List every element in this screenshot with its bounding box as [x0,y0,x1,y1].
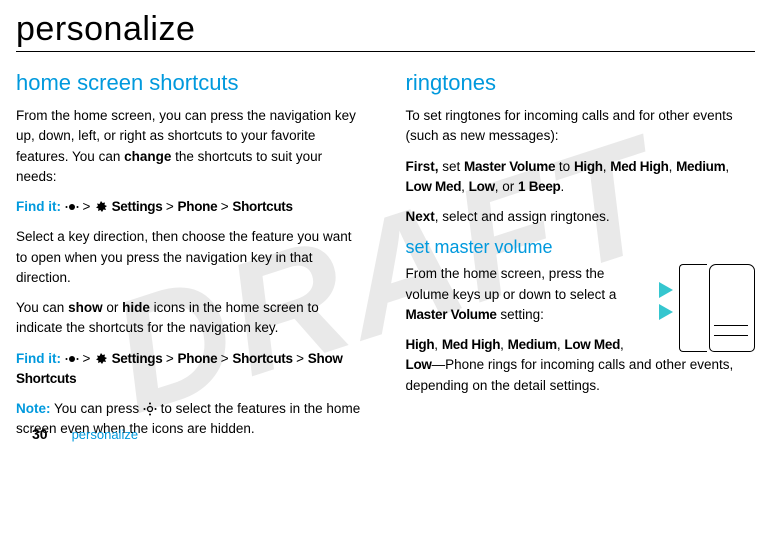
phone-body [709,264,755,352]
left-p3: You can show or hide icons in the home s… [16,298,366,339]
text: From the home screen, press the volume k… [406,266,617,301]
sep: > [79,199,94,214]
title-rule [16,51,755,52]
nav-shortcuts: Shortcuts [232,351,296,366]
section-home-shortcuts: home screen shortcuts [16,70,366,96]
sep: > [296,351,308,366]
nav-shortcuts: Shortcuts [232,199,292,214]
sep: , [669,159,677,174]
text: set [439,159,465,174]
master-volume: Master Volume [406,307,497,322]
opt-medium: Medium [676,159,725,174]
two-columns: home screen shortcuts From the home scre… [16,70,755,450]
find-it-2: Find it: > Settings > Phone > Shortcuts … [16,349,366,390]
sep: > [79,351,94,366]
opt-lowmed: Low Med [564,337,620,352]
text: —Phone rings for incoming calls and othe… [406,357,734,392]
page-title: personalize [16,10,755,49]
settings-icon [94,352,108,366]
page-footer: 30 personalize [32,426,138,442]
sep: , [461,179,469,194]
text: to [555,159,574,174]
center-key-icon [65,202,79,212]
sep: > [221,351,233,366]
word-show: show [68,300,103,315]
text: , select and assign ringtones. [435,209,610,224]
master-volume: Master Volume [464,159,555,174]
text: or [103,300,123,315]
nav-phone: Phone [178,351,221,366]
sep: > [166,199,178,214]
nav-key-icon [143,402,157,416]
phone-side [679,264,707,352]
left-p1: From the home screen, you can press the … [16,106,366,187]
arrow-icon [659,304,673,320]
center-key-icon [65,354,79,364]
sep: > [166,351,178,366]
right-p1: To set ringtones for incoming calls and … [406,106,756,147]
section-ringtones: ringtones [406,70,756,96]
page-content: personalize home screen shortcuts From t… [16,10,755,450]
right-next: Next, select and assign ringtones. [406,207,756,227]
right-column: ringtones To set ringtones for incoming … [406,70,756,450]
right-first: First, set Master Volume to High, Med Hi… [406,157,756,198]
sep: , [620,337,624,352]
opt-medhigh: Med High [610,159,668,174]
arrow-icon [659,282,673,298]
opt-1beep: 1 Beep [518,179,560,194]
find-it-label: Find it: [16,199,61,214]
left-p2: Select a key direction, then choose the … [16,227,366,288]
text: You can press [51,401,143,416]
footer-section: personalize [72,427,139,442]
opt-low: Low [406,357,432,372]
left-column: home screen shortcuts From the home scre… [16,70,366,450]
opt-medium: Medium [508,337,557,352]
sep: > [221,199,233,214]
section-set-master-volume: set master volume [406,237,756,258]
opt-medhigh: Med High [442,337,500,352]
text: You can [16,300,68,315]
opt-high: High [574,159,603,174]
note-label: Note: [16,401,51,416]
sep: , [434,337,442,352]
sep: , or [495,179,518,194]
next-label: Next [406,209,435,224]
opt-high: High [406,337,435,352]
text: . [561,179,565,194]
opt-lowmed: Low Med [406,179,462,194]
page-number: 30 [32,426,48,442]
phone-illustration [645,264,755,354]
text: setting: [497,307,544,322]
find-it-label: Find it: [16,351,61,366]
word-change: change [124,149,171,164]
sep: , [725,159,729,174]
nav-phone: Phone [178,199,221,214]
first-label: First, [406,159,439,174]
settings-icon [94,200,108,214]
find-it-1: Find it: > Settings > Phone > Shortcuts [16,197,366,217]
nav-settings: Settings [108,351,166,366]
opt-low: Low [469,179,495,194]
word-hide: hide [122,300,150,315]
nav-settings: Settings [108,199,166,214]
phone-keys [714,315,748,345]
sep: , [500,337,508,352]
